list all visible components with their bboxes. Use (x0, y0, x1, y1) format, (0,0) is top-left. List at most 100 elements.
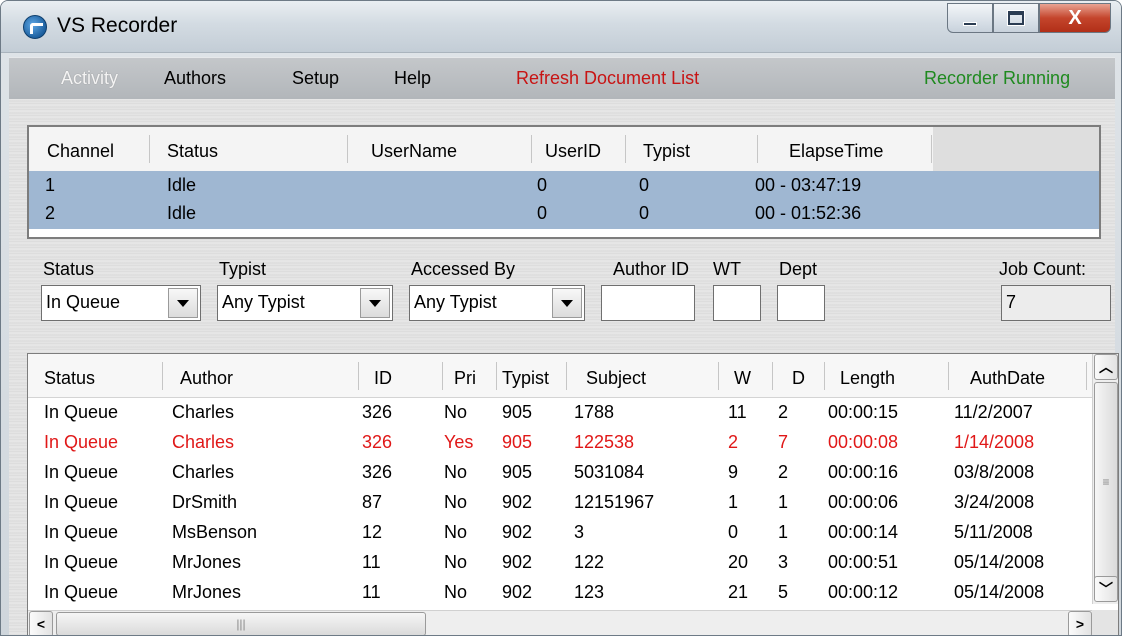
channel-list-header: Channel Status UserName UserID Typist El… (29, 127, 1099, 171)
header-typist[interactable]: Typist (502, 368, 549, 389)
column-divider[interactable] (757, 135, 758, 163)
author-id-field[interactable] (601, 285, 695, 321)
title-bar[interactable]: VS Recorder X (1, 1, 1121, 53)
channel-elapse: 00 - 03:47:19 (755, 175, 862, 195)
header-elapse-time[interactable]: ElapseTime (789, 141, 883, 162)
cell-w: 1 (728, 492, 739, 512)
job-list[interactable]: Status Author ID Pri Typist Subject W D … (27, 353, 1119, 635)
column-divider[interactable] (347, 135, 348, 163)
cell-length: 00:00:51 (828, 552, 899, 572)
cell-status: In Queue (44, 522, 119, 542)
resize-grip[interactable] (1092, 610, 1118, 635)
header-channel[interactable]: Channel (47, 141, 114, 162)
table-row[interactable]: In Queue MrJones 11 No 902 123 21 5 00:0… (28, 578, 1094, 608)
column-divider[interactable] (948, 362, 949, 390)
cell-length: 00:00:16 (828, 462, 899, 482)
menu-activity[interactable]: Activity (61, 68, 118, 89)
chevron-down-icon (369, 299, 381, 307)
typist-filter-value: Any Typist (222, 292, 305, 312)
cell-length: 00:00:06 (828, 492, 899, 512)
cell-author: Charles (172, 432, 235, 452)
menu-help[interactable]: Help (394, 68, 431, 89)
cell-authdate: 5/11/2008 (954, 522, 1033, 542)
column-divider[interactable] (625, 135, 626, 163)
column-divider[interactable] (149, 135, 150, 163)
column-divider[interactable] (162, 362, 163, 390)
column-divider[interactable] (824, 362, 825, 390)
table-row[interactable]: In Queue DrSmith 87 No 902 12151967 1 1 … (28, 488, 1094, 518)
cell-author: MsBenson (172, 522, 258, 542)
column-divider[interactable] (718, 362, 719, 390)
table-row[interactable]: In Queue Charles 326 No 905 5031084 9 2 … (28, 458, 1094, 488)
accessed-by-select[interactable]: Any Typist (409, 285, 585, 321)
cell-authdate: 05/14/2008 (954, 582, 1045, 602)
scroll-right-button[interactable]: > (1068, 611, 1092, 635)
header-username[interactable]: UserName (371, 141, 457, 162)
header-userid[interactable]: UserID (545, 141, 601, 162)
cell-d: 2 (778, 402, 789, 422)
cell-status: In Queue (44, 552, 119, 572)
table-row[interactable]: In Queue MsBenson 12 No 902 3 0 1 00:00:… (28, 518, 1094, 548)
table-row[interactable]: In Queue Charles 326 No 905 1788 11 2 00… (28, 398, 1094, 428)
column-divider[interactable] (496, 362, 497, 390)
cell-w: 2 (728, 432, 739, 452)
column-divider[interactable] (442, 362, 443, 390)
header-subject[interactable]: Subject (586, 368, 646, 389)
cell-pri: Yes (444, 432, 474, 452)
close-button[interactable]: X (1039, 3, 1111, 33)
minimize-button[interactable] (947, 3, 993, 33)
chevron-down-icon (177, 299, 189, 307)
refresh-document-list-link[interactable]: Refresh Document List (516, 68, 699, 89)
channel-number: 1 (45, 175, 56, 195)
horizontal-scrollbar[interactable]: < ||| > (28, 610, 1094, 635)
table-row[interactable]: In Queue Charles 326 Yes 905 122538 2 7 … (28, 428, 1094, 458)
header-author[interactable]: Author (180, 368, 233, 389)
scroll-left-button[interactable]: < (29, 611, 53, 635)
header-pri[interactable]: Pri (454, 368, 476, 389)
status-dropdown-button[interactable] (168, 288, 198, 318)
header-id[interactable]: ID (374, 368, 392, 389)
menu-authors[interactable]: Authors (164, 68, 226, 89)
cell-status: In Queue (44, 432, 119, 452)
vertical-scrollbar[interactable]: ︿ ≡ ﹀ (1092, 354, 1118, 604)
cell-w: 9 (728, 462, 739, 482)
typist-filter-select[interactable]: Any Typist (217, 285, 393, 321)
column-divider[interactable] (1086, 362, 1087, 390)
dept-field[interactable] (777, 285, 825, 321)
column-divider[interactable] (772, 362, 773, 390)
header-typist[interactable]: Typist (643, 141, 690, 162)
wt-field[interactable] (713, 285, 761, 321)
cell-d: 1 (778, 492, 789, 512)
cell-id: 11 (362, 552, 381, 572)
menu-setup[interactable]: Setup (292, 68, 339, 89)
typist-dropdown-button[interactable] (360, 288, 390, 318)
table-row[interactable]: In Queue MrJones 11 No 902 122 20 3 00:0… (28, 548, 1094, 578)
cell-subject: 1788 (574, 402, 615, 422)
column-divider[interactable] (358, 362, 359, 390)
cell-status: In Queue (44, 492, 119, 512)
cell-d: 3 (778, 552, 789, 572)
header-w[interactable]: W (734, 368, 751, 389)
column-divider[interactable] (566, 362, 567, 390)
column-divider[interactable] (931, 135, 932, 163)
cell-author: MrJones (172, 582, 242, 602)
header-authdate[interactable]: AuthDate (970, 368, 1045, 389)
header-status[interactable]: Status (44, 368, 95, 389)
status-filter-select[interactable]: In Queue (41, 285, 201, 321)
channel-rows: 1 Idle 0 0 00 - 03:47:19 2 Idle 0 0 00 -… (29, 171, 1099, 229)
channel-list[interactable]: Channel Status UserName UserID Typist El… (27, 125, 1101, 239)
header-d[interactable]: D (792, 368, 805, 389)
scroll-left-icon: < (36, 616, 46, 632)
header-status[interactable]: Status (167, 141, 218, 162)
column-divider[interactable] (531, 135, 532, 163)
scroll-down-button[interactable]: ﹀ (1094, 576, 1118, 602)
scroll-up-button[interactable]: ︿ (1094, 354, 1118, 380)
window-controls: X (947, 3, 1111, 33)
vertical-scroll-thumb[interactable]: ≡ (1094, 382, 1118, 582)
cell-typist: 902 (502, 552, 533, 572)
cell-pri: No (444, 582, 468, 602)
header-length[interactable]: Length (840, 368, 895, 389)
maximize-button[interactable] (993, 3, 1039, 33)
accessed-by-dropdown-button[interactable] (552, 288, 582, 318)
horizontal-scroll-thumb[interactable]: ||| (56, 612, 426, 635)
